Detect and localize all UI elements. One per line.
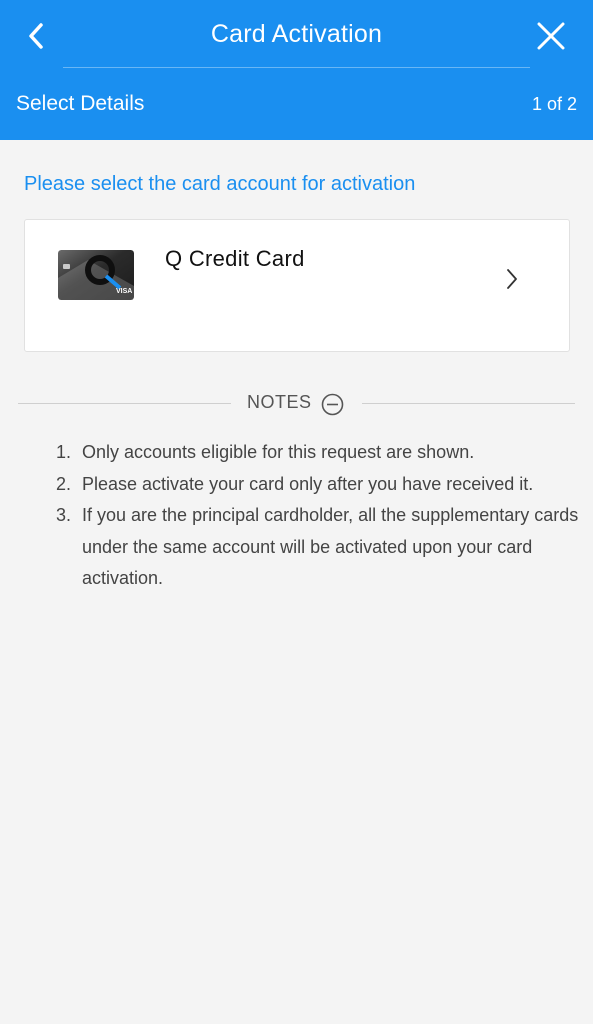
note-number: 3. [56, 505, 72, 525]
card-name: Q Credit Card [165, 246, 305, 271]
notes-label: NOTES [247, 392, 312, 412]
close-button[interactable] [531, 16, 571, 56]
notes-list: 1. Only accounts eligible for this reque… [56, 437, 581, 595]
notes-toggle-button[interactable] [321, 393, 344, 416]
step-indicator: 1 of 2 [531, 94, 577, 114]
section-subtitle: Select Details [16, 92, 145, 115]
header-divider [63, 67, 530, 68]
note-text: Please activate your card only after you… [82, 473, 534, 494]
notes-divider-left [18, 403, 231, 404]
note-text: If you are the principal cardholder, all… [82, 505, 579, 588]
close-icon [537, 22, 565, 50]
note-item: 2. Please activate your card only after … [56, 469, 581, 501]
app-header: Card Activation Select Details 1 of 2 [0, 0, 593, 140]
note-number: 2. [56, 473, 72, 494]
note-item: 3. If you are the principal cardholder, … [56, 500, 581, 595]
credit-card-image: VISA [58, 250, 134, 300]
note-number: 1. [56, 442, 72, 462]
page-title: Card Activation [210, 20, 383, 48]
note-item: 1. Only accounts eligible for this reque… [56, 437, 581, 469]
chevron-right-icon [507, 269, 517, 289]
notes-header: NOTES [18, 390, 575, 418]
minus-circle-icon [321, 393, 344, 416]
visa-logo: VISA [116, 288, 132, 295]
card-account-item[interactable]: VISA Q Credit Card [24, 219, 570, 352]
selection-prompt: Please select the card account for activ… [24, 173, 416, 195]
note-text: Only accounts eligible for this request … [82, 442, 475, 462]
notes-divider-right [362, 403, 575, 404]
